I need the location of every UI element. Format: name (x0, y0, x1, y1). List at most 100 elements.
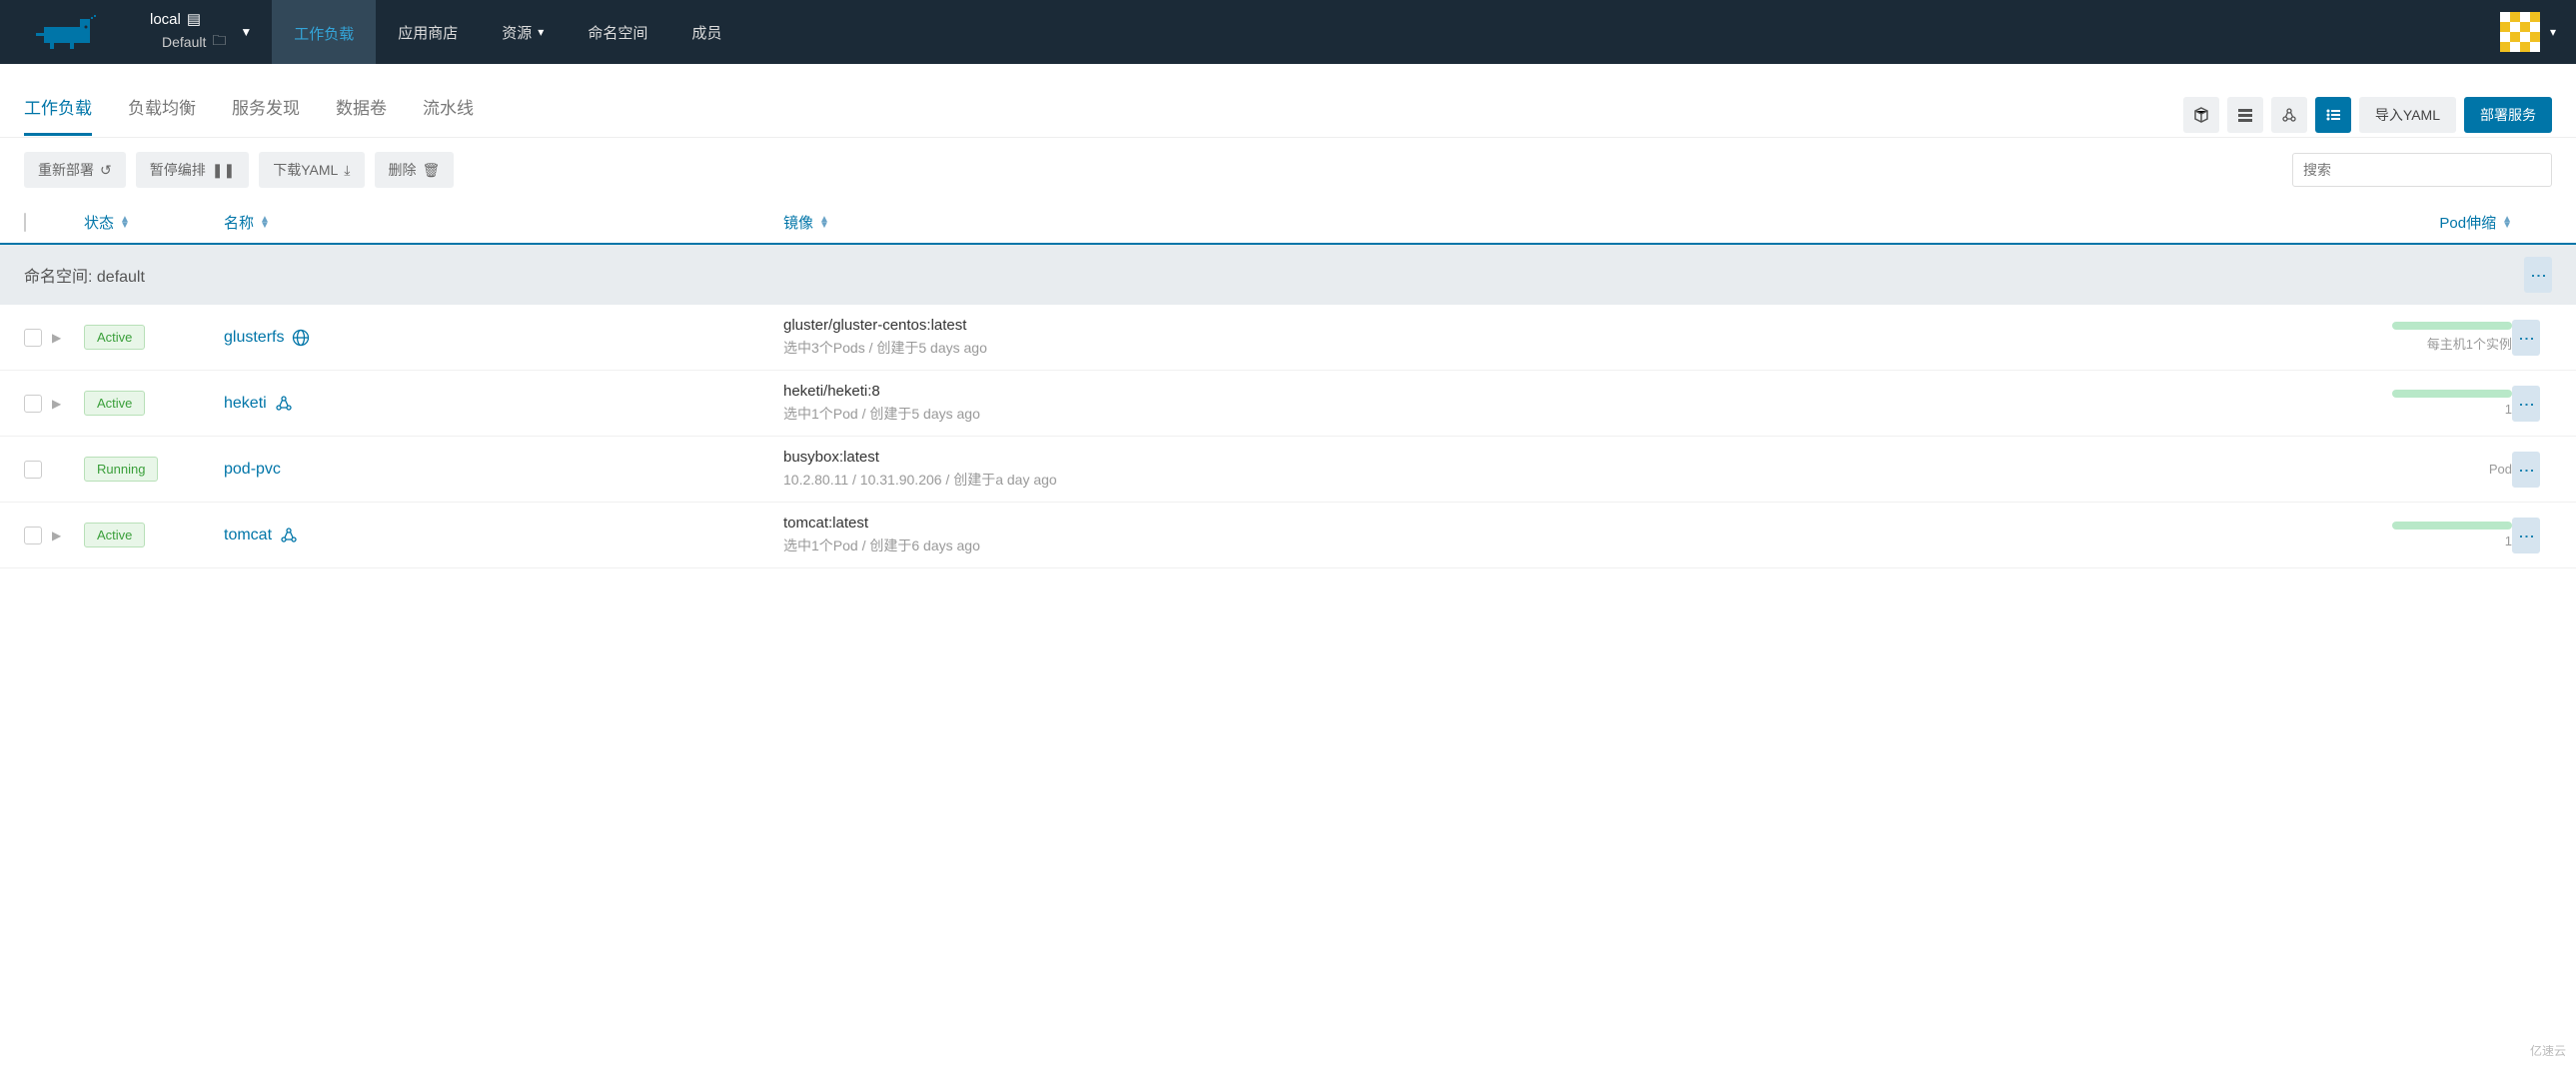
scale-text: 每主机1个实例 (2427, 334, 2512, 353)
nav-workloads[interactable]: 工作负载 (272, 0, 376, 64)
delete-button[interactable]: 删除 🗑 (375, 152, 455, 188)
pause-button[interactable]: 暂停编排 ❚❚ (136, 152, 249, 188)
rows-icon (2237, 107, 2253, 123)
status-badge: Running (84, 457, 158, 482)
expand-toggle[interactable]: ▶ (52, 529, 61, 542)
nav-resources[interactable]: 资源 ▾ (480, 0, 566, 64)
cluster-name-text: local (150, 11, 181, 28)
column-name-label: 名称 (224, 212, 254, 233)
status-badge: Active (84, 523, 145, 547)
cube-icon (280, 527, 298, 544)
namespace-menu-button[interactable]: ⋮ (2524, 257, 2552, 293)
column-status-label: 状态 (84, 212, 114, 233)
workload-name-link[interactable]: heketi (224, 395, 783, 413)
table-body: ▶Activeglusterfs gluster/gluster-centos:… (0, 305, 2576, 568)
subtab-workloads[interactable]: 工作负载 (24, 94, 92, 136)
cluster-icon: ▤ (187, 10, 201, 28)
kebab-icon: ⋮ (2529, 268, 2548, 282)
watermark: 亿速云 (2530, 1042, 2566, 1059)
main-nav: 工作负载 应用商店 资源 ▾ 命名空间 成员 (272, 0, 743, 64)
view-cube-button[interactable] (2183, 97, 2219, 133)
kebab-icon: ⋮ (2517, 463, 2536, 477)
row-checkbox[interactable] (24, 329, 42, 347)
kebab-icon: ⋮ (2517, 397, 2536, 411)
expand-toggle[interactable]: ▶ (52, 331, 61, 345)
kebab-icon: ⋮ (2517, 529, 2536, 542)
row-checkbox[interactable] (24, 527, 42, 544)
workload-name-link[interactable]: pod-pvc (224, 461, 783, 479)
chevron-down-icon[interactable]: ▾ (2550, 25, 2556, 39)
kebab-icon: ⋮ (2517, 331, 2536, 345)
scale-text: 1 (2505, 402, 2512, 417)
cluster-name: local ▤ (150, 10, 226, 28)
row-checkbox[interactable] (24, 461, 42, 479)
nav-apps[interactable]: 应用商店 (376, 0, 480, 64)
column-image[interactable]: 镜像 ▲▼ (783, 212, 2332, 233)
column-pod-scale[interactable]: Pod伸缩 ▲▼ (2332, 212, 2512, 233)
row-menu-button[interactable]: ⋮ (2512, 452, 2540, 488)
sort-icon: ▲▼ (819, 217, 829, 229)
search-input[interactable] (2292, 153, 2552, 187)
table-row: ▶Activeglusterfs gluster/gluster-centos:… (0, 305, 2576, 371)
cube-icon (275, 395, 293, 413)
cow-logo-icon (36, 15, 104, 49)
workload-name-link[interactable]: glusterfs (224, 329, 783, 347)
view-cluster-button[interactable] (2271, 97, 2307, 133)
header-right: ▾ (2500, 0, 2576, 64)
cluster-icon (2281, 107, 2297, 123)
redeploy-button[interactable]: 重新部署 ↺ (24, 152, 126, 188)
download-yaml-button[interactable]: 下载YAML ⤓ (259, 152, 364, 188)
rancher-logo[interactable] (10, 0, 130, 64)
list-icon (2325, 107, 2341, 123)
table-header: 状态 ▲▼ 名称 ▲▼ 镜像 ▲▼ Pod伸缩 ▲▼ (0, 202, 2576, 245)
workload-name-link[interactable]: tomcat (224, 527, 783, 544)
subtabs-right: 导入YAML 部署服务 (2183, 97, 2552, 133)
image-sub: 10.2.80.11 / 10.31.90.206 / 创建于a day ago (783, 470, 2332, 490)
scale-text: 1 (2505, 534, 2512, 548)
cluster-project-selector[interactable]: local ▤ Default 🗀 ▼ (130, 0, 272, 64)
undo-icon: ↺ (100, 162, 112, 179)
image-name: heketi/heketi:8 (783, 383, 2332, 400)
scale-text: Pod (2489, 462, 2512, 477)
download-icon: ⤓ (344, 162, 350, 179)
row-menu-button[interactable]: ⋮ (2512, 386, 2540, 422)
select-all-checkbox[interactable] (24, 213, 26, 232)
table-row: ▶ Active tomcat tomcat:latest 选中1个Pod / 创建于… (0, 503, 2576, 568)
column-pod-scale-label: Pod伸缩 (2439, 212, 2496, 233)
trash-icon: 🗑 (423, 162, 441, 179)
user-avatar[interactable] (2500, 12, 2540, 52)
image-sub: 选中1个Pod / 创建于6 days ago (783, 535, 2332, 555)
table-row: ▶Runningpod-pvc busybox:latest10.2.80.11… (0, 437, 2576, 503)
folder-icon: 🗀 (212, 30, 226, 54)
subtab-volumes[interactable]: 数据卷 (336, 94, 387, 136)
image-name: tomcat:latest (783, 515, 2332, 532)
column-name[interactable]: 名称 ▲▼ (224, 212, 783, 233)
action-bar: 重新部署 ↺ 暂停编排 ❚❚ 下载YAML ⤓ 删除 🗑 (0, 137, 2576, 202)
column-image-label: 镜像 (783, 212, 813, 233)
row-menu-button[interactable]: ⋮ (2512, 518, 2540, 553)
column-status[interactable]: 状态 ▲▼ (84, 212, 224, 233)
nav-members[interactable]: 成员 (669, 0, 743, 64)
nav-namespaces[interactable]: 命名空间 (566, 0, 669, 64)
expand-toggle[interactable]: ▶ (52, 397, 61, 411)
row-checkbox[interactable] (24, 395, 42, 413)
project-name: Default 🗀 (150, 30, 226, 54)
status-badge: Active (84, 391, 145, 416)
download-yaml-label: 下载YAML (273, 160, 338, 180)
table-row: ▶Activeheketi heketi/heketi:8选中1个Pod / 创… (0, 371, 2576, 437)
row-menu-button[interactable]: ⋮ (2512, 320, 2540, 356)
subtab-pipelines[interactable]: 流水线 (423, 94, 474, 136)
import-yaml-button[interactable]: 导入YAML (2359, 97, 2456, 133)
subtab-load-balancing[interactable]: 负载均衡 (128, 94, 196, 136)
cube-icon (2193, 107, 2209, 123)
namespace-label: 命名空间: default (24, 263, 145, 287)
delete-label: 删除 (389, 160, 417, 180)
namespace-group-row: 命名空间: default ⋮ (0, 245, 2576, 305)
scale-bar (2392, 322, 2512, 330)
view-list-button[interactable] (2315, 97, 2351, 133)
pause-icon: ❚❚ (212, 162, 235, 179)
view-rows-button[interactable] (2227, 97, 2263, 133)
subtab-service-discovery[interactable]: 服务发现 (232, 94, 300, 136)
deploy-button[interactable]: 部署服务 (2464, 97, 2552, 133)
sort-icon: ▲▼ (2502, 217, 2512, 229)
